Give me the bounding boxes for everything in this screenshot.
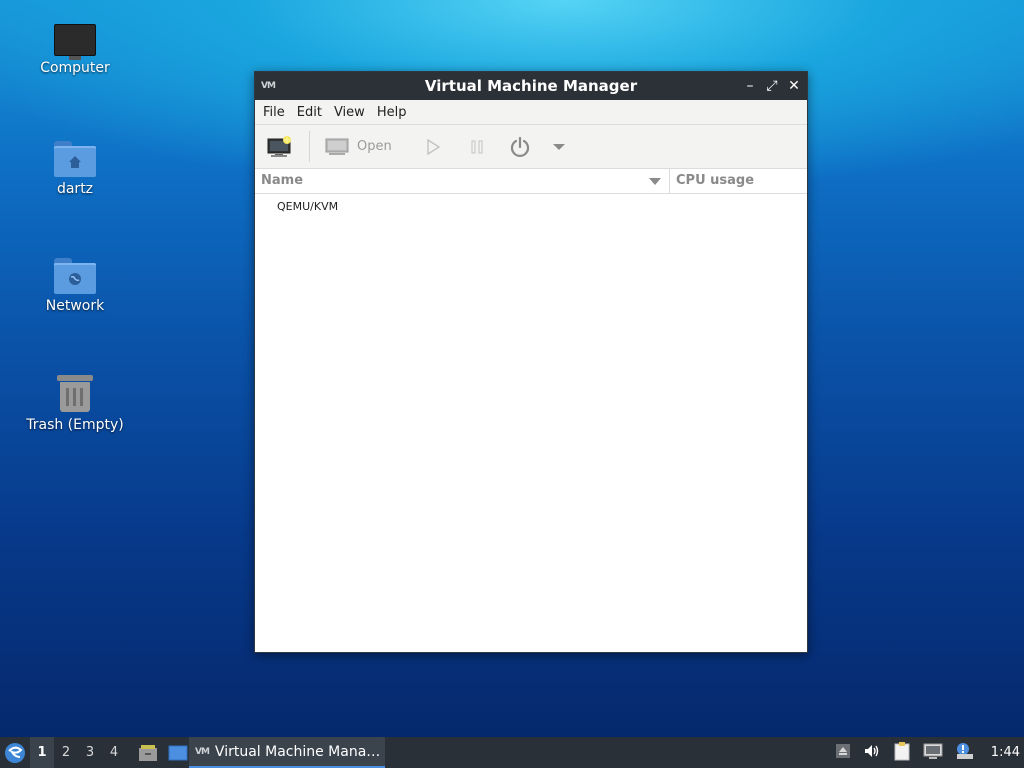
lxqt-menu-icon: [5, 742, 25, 763]
column-header: Name CPU usage: [255, 169, 807, 194]
menubar: File Edit View Help: [255, 100, 807, 125]
close-icon[interactable]: ✕: [787, 76, 801, 96]
desktop-icon-home[interactable]: dartz: [20, 141, 130, 197]
power-icon: [510, 136, 530, 157]
vmm-window: VM Virtual Machine Manager – ⤢ ✕ File Ed…: [254, 71, 808, 653]
desktop-icon-label: Computer: [40, 60, 110, 76]
file-manager-icon: [139, 744, 157, 761]
maximize-icon[interactable]: ⤢: [765, 76, 779, 96]
eject-icon[interactable]: [835, 743, 851, 763]
chevron-down-icon: [553, 143, 565, 150]
desktop-icon-computer[interactable]: Computer: [20, 24, 130, 76]
trash-icon: [57, 373, 93, 413]
workspace-4[interactable]: 4: [102, 737, 126, 768]
connection-list: QEMU/KVM: [255, 194, 807, 220]
list-item[interactable]: QEMU/KVM: [255, 194, 807, 220]
play-icon: [427, 138, 441, 155]
menu-help[interactable]: Help: [371, 105, 413, 120]
app-icon: VM: [261, 81, 276, 91]
window-title: Virtual Machine Manager: [424, 77, 638, 95]
desktop-icon-label: dartz: [56, 181, 94, 197]
desktop-icon-label: Network: [45, 298, 105, 314]
menu-view[interactable]: View: [328, 105, 371, 120]
workspace-3[interactable]: 3: [78, 737, 102, 768]
column-cpu-label: CPU usage: [676, 173, 755, 188]
clock[interactable]: 1:44: [991, 745, 1020, 760]
monitor-icon: [325, 138, 349, 155]
open-button[interactable]: Open: [325, 125, 392, 168]
shutdown-menu-button[interactable]: [553, 125, 565, 168]
task-label: Virtual Machine Mana…: [214, 743, 381, 760]
network-icon[interactable]: [923, 742, 943, 764]
menu-file[interactable]: File: [257, 105, 291, 120]
taskbar-item-vmm[interactable]: VM Virtual Machine Mana…: [189, 737, 385, 768]
shutdown-button[interactable]: [509, 125, 531, 168]
run-button[interactable]: [425, 125, 441, 168]
column-cpu-usage[interactable]: CPU usage: [670, 169, 754, 193]
minimize-icon[interactable]: –: [743, 76, 757, 96]
clipboard-icon[interactable]: [893, 741, 911, 765]
window-titlebar[interactable]: VM Virtual Machine Manager – ⤢ ✕: [255, 72, 807, 100]
notification-icon[interactable]: [955, 742, 975, 764]
new-vm-icon: [267, 135, 291, 157]
quicklaunch-show-desktop[interactable]: [168, 744, 188, 762]
pause-icon: [471, 140, 483, 153]
desktop-icon-trash[interactable]: Trash (Empty): [20, 373, 130, 433]
system-tray: 1:44: [829, 737, 1024, 768]
computer-icon: [54, 24, 96, 60]
open-button-label: Open: [357, 139, 392, 154]
start-menu-button[interactable]: [0, 737, 30, 768]
column-name[interactable]: Name: [255, 169, 670, 193]
workspace-1[interactable]: 1: [30, 737, 54, 768]
volume-icon[interactable]: [863, 743, 881, 763]
menu-edit[interactable]: Edit: [291, 105, 328, 120]
task-app-icon: VM: [195, 746, 210, 757]
toolbar-separator: [309, 131, 310, 162]
desktop-icon-label: Trash (Empty): [26, 417, 124, 433]
quicklaunch-file-manager[interactable]: [138, 744, 158, 762]
network-folder-icon: [54, 258, 96, 294]
connection-name: QEMU/KVM: [277, 200, 339, 213]
column-name-label: Name: [261, 173, 304, 188]
toolbar: Open: [255, 125, 807, 169]
pause-button[interactable]: [469, 125, 485, 168]
new-vm-button[interactable]: [267, 125, 293, 168]
home-folder-icon: [54, 141, 96, 177]
desktop-icon: [168, 745, 188, 760]
workspace-2[interactable]: 2: [54, 737, 78, 768]
taskbar: 1 2 3 4 VM Virtual Machine Mana… 1:44: [0, 737, 1024, 768]
desktop-icon-network[interactable]: Network: [20, 258, 130, 314]
sort-arrow-icon: [649, 178, 661, 185]
